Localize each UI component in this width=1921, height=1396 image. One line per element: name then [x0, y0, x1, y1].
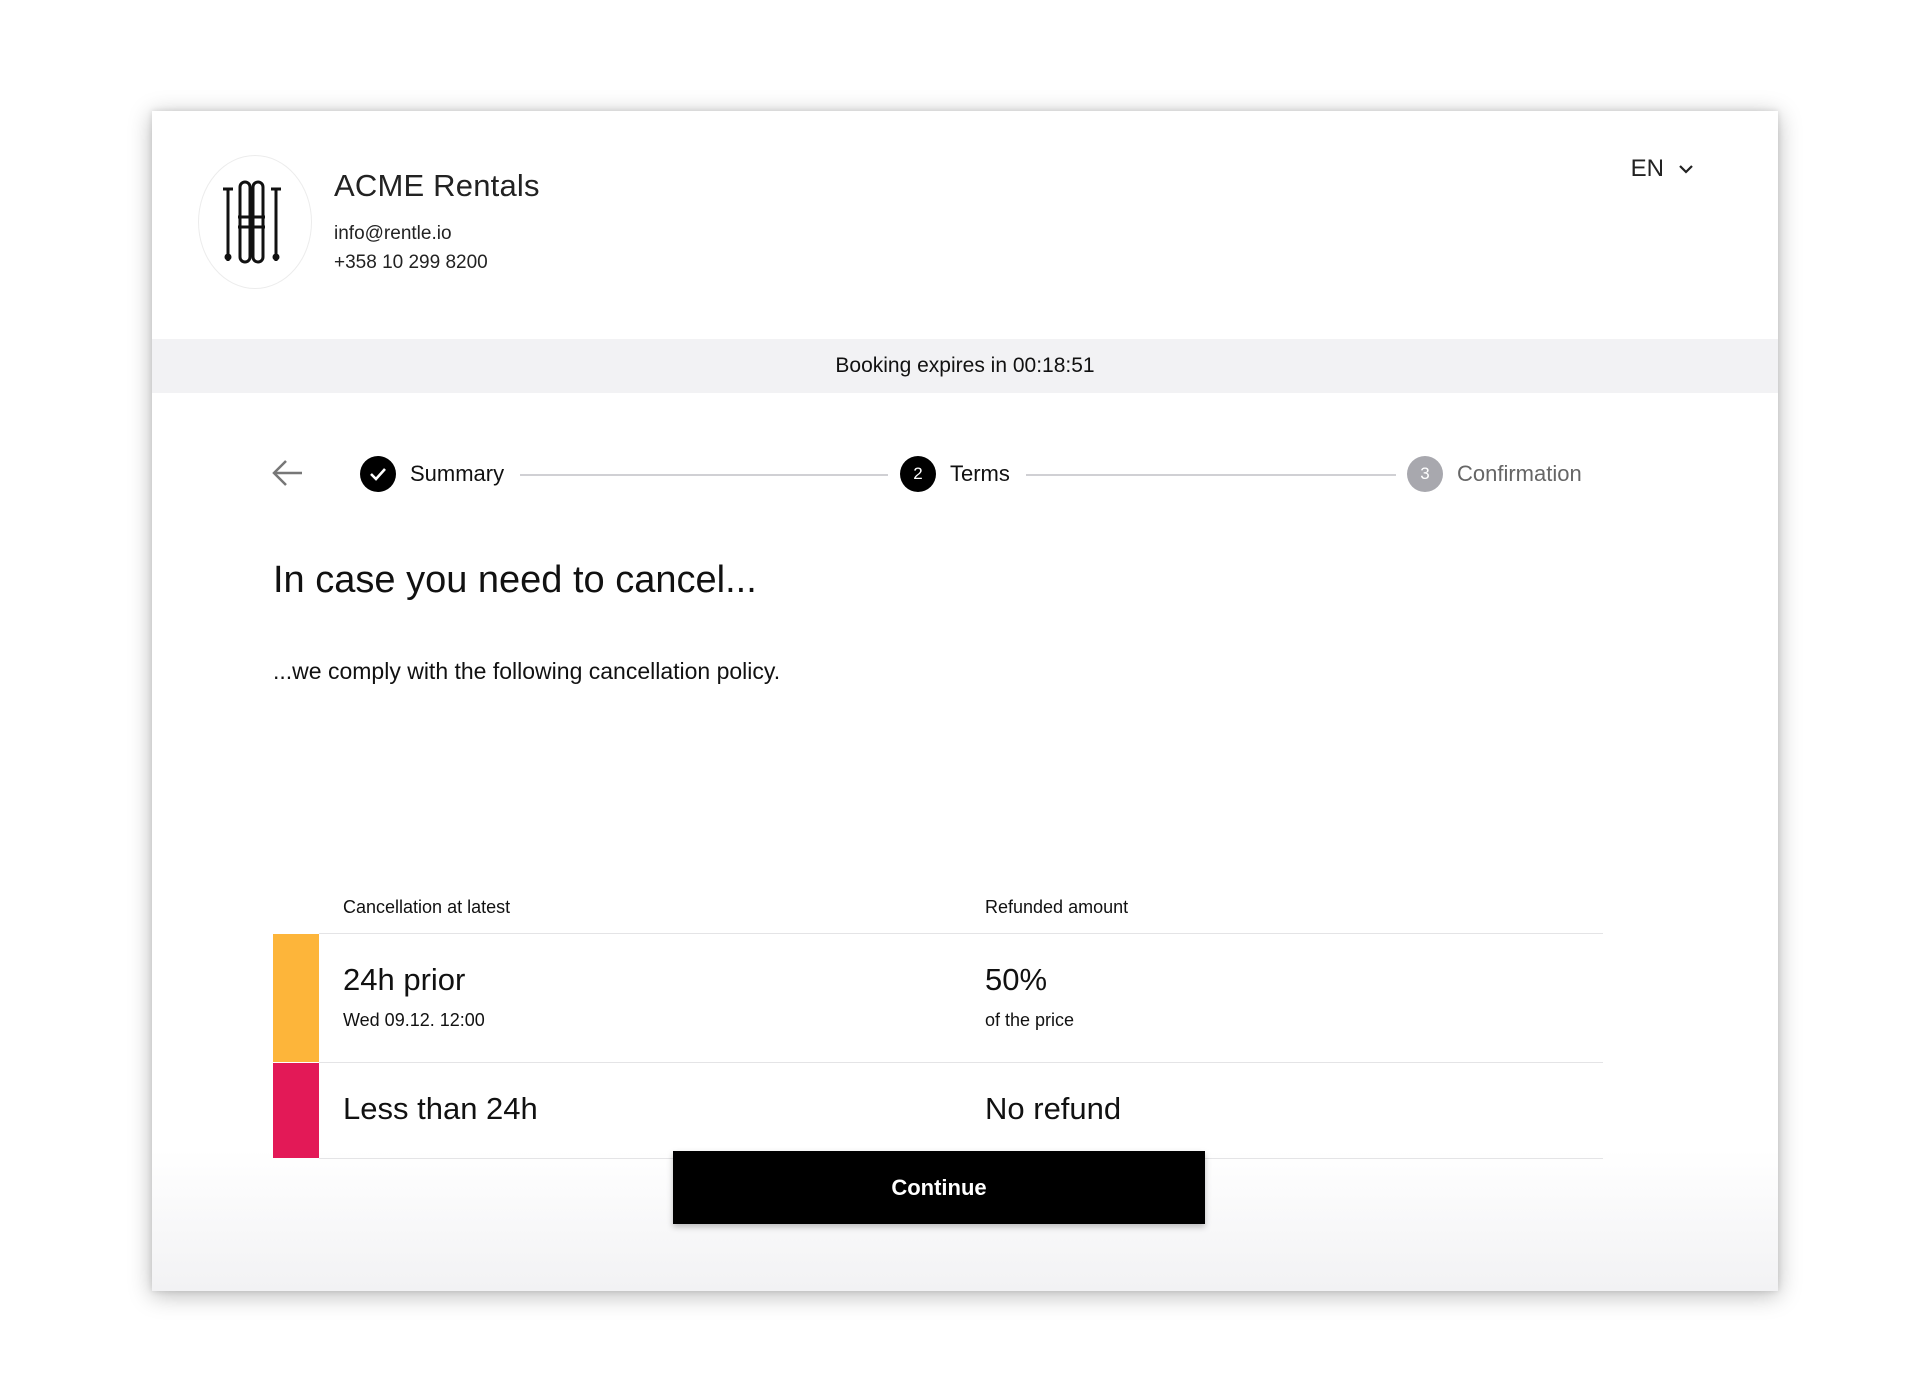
language-label: EN — [1630, 155, 1664, 182]
checkmark-icon — [370, 468, 386, 481]
policy-color-swatch — [273, 934, 319, 1062]
step-summary[interactable]: Summary — [360, 456, 504, 492]
step-connector — [1026, 474, 1396, 476]
booking-expiry-bar: Booking expires in 00:18:51 — [152, 339, 1778, 393]
step-confirmation-circle: 3 — [1407, 456, 1443, 492]
column-header-cancellation: Cancellation at latest — [343, 897, 511, 917]
table-row: 24h prior Wed 09.12. 12:00 50% of the pr… — [273, 934, 1603, 1062]
back-button[interactable] — [270, 455, 306, 491]
policy-row-deadline: Wed 09.12. 12:00 — [343, 1010, 485, 1030]
policy-row-refund: No refund — [985, 1091, 1122, 1126]
page-title: In case you need to cancel... — [273, 559, 757, 601]
table-row: Less than 24h No refund — [273, 1063, 1603, 1158]
step-summary-circle — [360, 456, 396, 492]
shop-name: ACME Rentals — [334, 168, 540, 203]
policy-intro: ...we comply with the following cancella… — [273, 658, 781, 684]
booking-card: ACME Rentals info@rentle.io +358 10 299 … — [152, 111, 1778, 1291]
shop-phone: +358 10 299 8200 — [334, 252, 488, 273]
step-confirmation-label: Confirmation — [1457, 461, 1582, 486]
language-selector[interactable]: EN — [1631, 155, 1694, 183]
step-terms-circle: 2 — [900, 456, 936, 492]
policy-row-refund: 50% — [985, 962, 1048, 997]
column-header-refund: Refunded amount — [985, 897, 1129, 917]
continue-button[interactable]: Continue — [673, 1151, 1205, 1224]
step-connector — [520, 474, 888, 476]
policy-color-swatch — [273, 1063, 319, 1158]
chevron-down-icon — [1679, 165, 1693, 174]
step-terms: 2 Terms — [900, 456, 1010, 492]
policy-row-refund-note: of the price — [985, 1010, 1075, 1030]
policy-row-title: 24h prior — [343, 962, 466, 997]
shop-logo — [198, 155, 312, 289]
step-summary-label: Summary — [410, 461, 505, 486]
arrow-left-icon — [272, 460, 302, 486]
step-terms-label: Terms — [950, 461, 1010, 486]
step-confirmation: 3 Confirmation — [1407, 456, 1582, 492]
policy-row-title: Less than 24h — [343, 1091, 538, 1126]
booking-expiry-text: Booking expires in 00:18:51 — [835, 354, 1095, 377]
shop-email: info@rentle.io — [334, 223, 452, 244]
skis-icon — [223, 180, 281, 264]
